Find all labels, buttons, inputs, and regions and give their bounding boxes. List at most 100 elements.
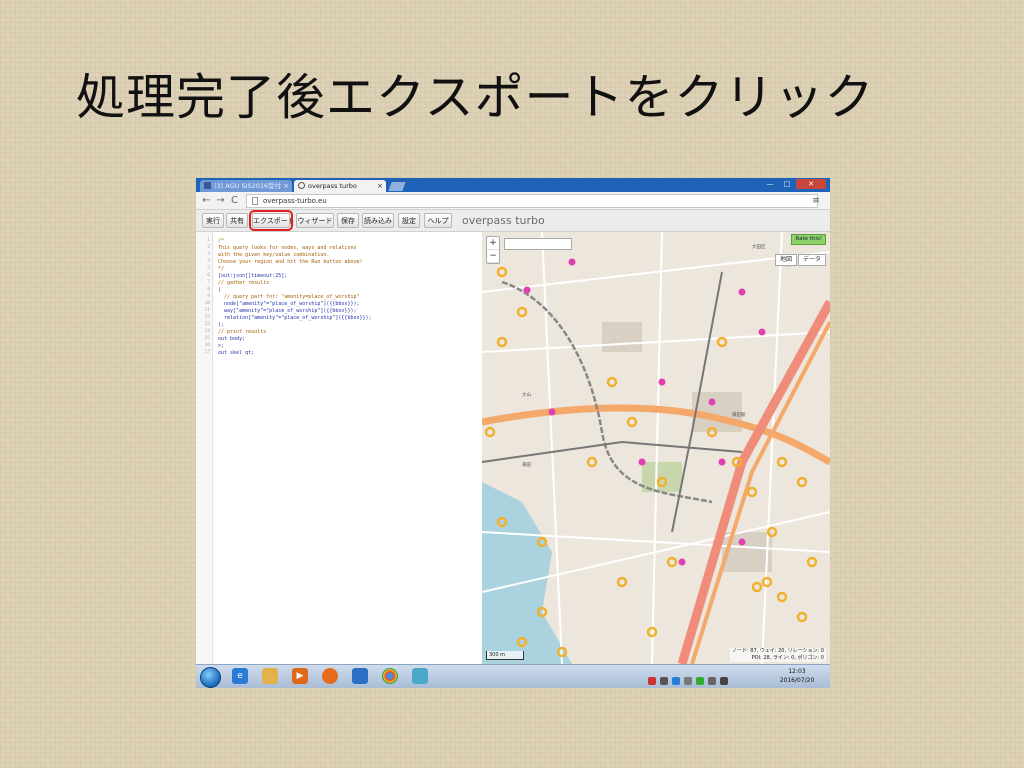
line-number: 8	[207, 287, 210, 292]
line-number: 3	[207, 252, 210, 257]
clock-time: 12:03	[788, 668, 806, 675]
line-number: 14	[204, 329, 210, 334]
line-number: 9	[207, 294, 210, 299]
code-line: // gather results	[218, 280, 270, 286]
query-editor[interactable]: 1 2 3 4 5 6 7 8 9 10 11 12 13 14 15 16 1…	[196, 232, 483, 664]
new-tab-button[interactable]	[388, 182, 406, 191]
code-line: (	[218, 287, 222, 293]
rate-this-button[interactable]: Rate this!	[791, 234, 826, 245]
forward-button[interactable]: →	[214, 194, 227, 207]
line-number: 10	[204, 301, 210, 306]
run-button[interactable]: 実行	[202, 213, 224, 228]
windows-taskbar: e ▶ 12:03 2016/07/20	[196, 664, 830, 688]
code-line: relation["amenity"="place_of_worship"]({…	[218, 315, 372, 321]
share-button[interactable]: 共有	[226, 213, 248, 228]
code-line: */	[218, 266, 225, 272]
code-line: way["amenity"="place_of_worship"]({{bbox…	[218, 308, 357, 314]
clock-date: 2016/07/20	[779, 677, 815, 684]
code-line: /*	[218, 238, 225, 244]
overpass-toolbar: 実行 共有 エクスポート ウィザード 保存 読み込み 設定 ヘルプ overpa…	[196, 210, 830, 232]
chrome-icon[interactable]	[382, 668, 398, 684]
reload-button[interactable]: C	[228, 194, 241, 207]
line-number: 6	[207, 273, 210, 278]
close-tab-icon[interactable]: ×	[377, 180, 383, 192]
system-tray	[648, 670, 758, 685]
line-number: 5	[207, 266, 210, 271]
zoom-out-button[interactable]: −	[487, 250, 499, 263]
wizard-button[interactable]: ウィザード	[296, 213, 334, 228]
file-explorer-icon[interactable]	[262, 668, 278, 684]
map-place-label: 大田区	[752, 245, 766, 250]
slide-title: 処理完了後エクスポートをクリック	[76, 69, 875, 126]
volume-icon[interactable]	[708, 677, 716, 685]
tab-overpass-turbo[interactable]: overpass turbo ×	[294, 180, 386, 192]
close-tab-icon[interactable]: ×	[283, 180, 289, 192]
internet-explorer-icon[interactable]: e	[232, 668, 248, 684]
map-search-input[interactable]	[504, 238, 572, 250]
map-scale: 300 m	[486, 651, 524, 660]
app-icon[interactable]	[412, 668, 428, 684]
browser-tab-strip: (3) AGU SIS2016受付 × overpass turbo × — □…	[196, 178, 830, 192]
line-number: 2	[207, 245, 210, 250]
stats-line: POI: 28, ライン: 0, ポリゴン: 0	[751, 655, 824, 661]
browser-screenshot: (3) AGU SIS2016受付 × overpass turbo × — □…	[196, 178, 830, 688]
code-line: // query part for: "amenity=place_of_wor…	[218, 294, 360, 300]
start-button[interactable]	[200, 667, 221, 688]
map-place-label: 蒲田駅	[732, 413, 746, 418]
browser-nav-bar: ← → C overpass-turbo.eu ≡	[196, 192, 830, 210]
back-button[interactable]: ←	[200, 194, 213, 207]
line-number: 17	[204, 350, 210, 355]
load-button[interactable]: 読み込み	[362, 213, 394, 228]
close-window-button[interactable]: ✕	[796, 179, 826, 189]
taskbar-clock[interactable]: 12:03 2016/07/20	[770, 667, 824, 685]
map-stats: ノード: 87, ウェイ: 20, リレーション: 0 POI: 28, ライン…	[730, 648, 826, 662]
network-icon[interactable]	[720, 677, 728, 685]
code-line: out skel qt;	[218, 350, 255, 356]
line-number: 7	[207, 280, 210, 285]
maximize-button[interactable]: □	[779, 179, 795, 189]
url-text: overpass-turbo.eu	[263, 197, 327, 205]
code-line: out body;	[218, 336, 246, 342]
line-number: 16	[204, 343, 210, 348]
tray-icon[interactable]	[672, 677, 680, 685]
tray-icon[interactable]	[684, 677, 692, 685]
overpass-favicon-icon	[298, 182, 305, 189]
code-line: with the given key/value combination.	[218, 252, 330, 258]
app-icon[interactable]	[352, 668, 368, 684]
map-tiles	[482, 232, 830, 664]
settings-button[interactable]: 設定	[398, 213, 420, 228]
line-number: 12	[204, 315, 210, 320]
code-line: Choose your region and hit the Run butto…	[218, 259, 363, 265]
media-player-icon[interactable]: ▶	[292, 668, 308, 684]
line-number: 15	[204, 336, 210, 341]
tray-icon[interactable]	[660, 677, 668, 685]
help-button[interactable]: ヘルプ	[424, 213, 452, 228]
chrome-menu-icon[interactable]: ≡	[810, 195, 822, 207]
firefox-icon[interactable]	[322, 668, 338, 684]
zoom-control: + −	[486, 236, 500, 264]
tab-data[interactable]: データ	[797, 254, 826, 266]
tray-icon[interactable]	[696, 677, 704, 685]
code-line: This query looks for nodes, ways and rel…	[218, 245, 357, 251]
facebook-icon	[204, 182, 211, 189]
stats-line: ノード: 87, ウェイ: 20, リレーション: 0	[732, 648, 824, 654]
code-line: node["amenity"="place_of_worship"]({{bbo…	[218, 301, 360, 307]
line-number: 11	[204, 308, 210, 313]
line-number: 4	[207, 259, 210, 264]
tab-map[interactable]: 地図	[774, 254, 797, 266]
tab-label: overpass turbo	[308, 182, 357, 190]
export-button[interactable]: エクスポート	[249, 210, 295, 231]
tab-facebook[interactable]: (3) AGU SIS2016受付 ×	[200, 180, 292, 192]
line-number: 1	[207, 238, 210, 243]
map-place-label: 大山	[522, 393, 531, 398]
line-number-gutter: 1 2 3 4 5 6 7 8 9 10 11 12 13 14 15 16 1…	[196, 232, 213, 664]
address-bar[interactable]: overpass-turbo.eu	[246, 194, 818, 208]
save-button[interactable]: 保存	[337, 213, 359, 228]
map-place-label: 蒲田	[522, 463, 531, 468]
minimize-button[interactable]: —	[762, 179, 778, 189]
code-line: [out:json][timeout:25];	[218, 273, 288, 279]
tray-icon[interactable]	[648, 677, 656, 685]
map-data-tabs: 地図 データ	[774, 246, 826, 266]
map-view[interactable]: 大田区 大森 大山 蒲田 蒲田駅 + − Rate this! 地図データ 30…	[482, 232, 830, 664]
zoom-in-button[interactable]: +	[487, 237, 499, 250]
